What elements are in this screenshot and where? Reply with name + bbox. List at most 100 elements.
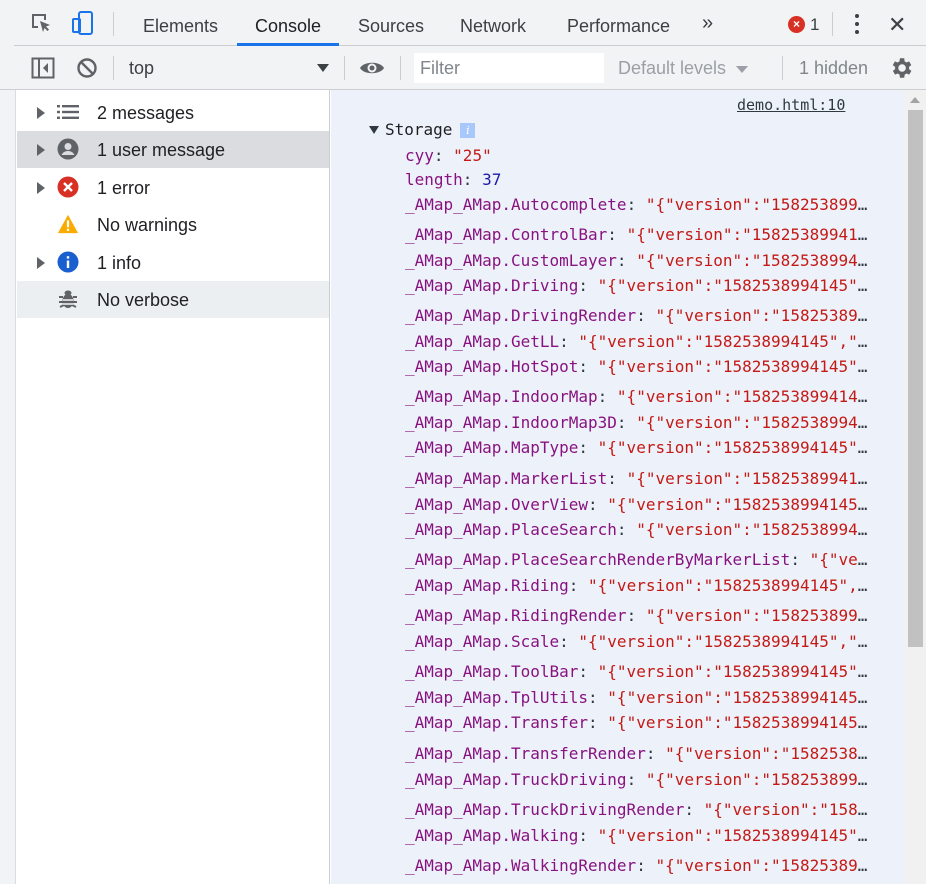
property-row[interactable]: _AMap_AMap.ControlBar: "{"version":"1582…: [405, 225, 871, 244]
scroll-up-icon[interactable]: [910, 97, 920, 103]
sidebar-item-user-messages[interactable]: 1 user message: [17, 131, 329, 168]
console-scrollbar[interactable]: [905, 90, 926, 884]
property-row[interactable]: _AMap_AMap.TplUtils: "{"version":"158253…: [405, 688, 871, 707]
sidebar-item-verbose[interactable]: No verbose: [17, 281, 329, 318]
tab-sources[interactable]: Sources: [358, 0, 424, 45]
error-count[interactable]: 1: [810, 15, 819, 35]
expand-arrow-icon[interactable]: [37, 107, 45, 119]
property-row[interactable]: _AMap_AMap.GetLL: "{"version":"158253899…: [405, 332, 871, 351]
property-key: _AMap_AMap.OverView: [405, 495, 589, 514]
property-row[interactable]: _AMap_AMap.Scale: "{"version":"158253899…: [405, 632, 871, 651]
property-value: "{"version":"1582538994145","script":": [597, 276, 871, 295]
property-row[interactable]: _AMap_AMap.IndoorMap: "{"version":"15825…: [405, 387, 871, 406]
tab-console[interactable]: Console: [237, 0, 340, 46]
property-row[interactable]: _AMap_AMap.RidingRender: "{"version":"15…: [405, 606, 871, 625]
show-sidebar-icon[interactable]: [30, 55, 56, 81]
object-label: Storage: [385, 120, 453, 139]
property-separator: :: [616, 413, 637, 432]
clear-console-icon[interactable]: [74, 55, 100, 81]
info-badge-icon[interactable]: i: [460, 123, 476, 138]
left-edge: [0, 0, 14, 46]
property-row[interactable]: _AMap_AMap.CustomLayer: "{"version":"158…: [405, 251, 871, 270]
property-row[interactable]: _AMap_AMap.Walking: "{"version":"1582538…: [405, 826, 871, 845]
sidebar-item-errors[interactable]: 1 error: [17, 169, 329, 206]
property-separator: :: [636, 306, 656, 325]
property-row[interactable]: length: 37: [405, 170, 871, 189]
sidebar-item-label: No verbose: [97, 290, 190, 310]
property-row[interactable]: _AMap_AMap.TruckDriving: "{"version":"15…: [405, 770, 871, 789]
info-icon: [57, 251, 79, 273]
chevron-down-icon[interactable]: [736, 66, 748, 73]
property-separator: :: [578, 662, 598, 681]
property-separator: :: [626, 770, 646, 789]
close-icon[interactable]: ✕: [888, 12, 906, 38]
expand-arrow-icon[interactable]: [37, 182, 45, 194]
storage-object-header[interactable]: Storage i: [369, 120, 476, 139]
collapse-arrow-icon[interactable]: [369, 126, 379, 134]
property-separator: :: [684, 800, 704, 819]
property-separator: :: [607, 225, 627, 244]
device-toolbar-icon[interactable]: [70, 10, 96, 36]
bug-icon: [57, 288, 79, 310]
property-row[interactable]: _AMap_AMap.OverView: "{"version":"158253…: [405, 495, 871, 514]
property-row[interactable]: _AMap_AMap.Autocomplete: "{"version":"15…: [405, 195, 871, 214]
property-separator: :: [559, 632, 579, 651]
context-selector[interactable]: top: [129, 58, 154, 79]
property-value: "{"version":"1582538994145","script":": [655, 306, 871, 325]
property-value: "{"version":"1582538994145","script":": [578, 332, 871, 351]
sidebar-item-info[interactable]: 1 info: [17, 244, 329, 281]
expand-arrow-icon[interactable]: [37, 257, 45, 269]
property-value: "{"version":"1582538994145","script":": [607, 713, 871, 732]
property-row[interactable]: _AMap_AMap.WalkingRender: "{"version":"1…: [405, 856, 871, 875]
property-value: "{"version":"1582538994145","script":": [616, 387, 871, 406]
filter-input[interactable]: [414, 53, 604, 83]
error-badge-icon[interactable]: ×: [788, 16, 805, 33]
property-row[interactable]: _AMap_AMap.HotSpot: "{"version":"1582538…: [405, 357, 871, 376]
tab-performance[interactable]: Performance: [567, 0, 670, 45]
list-icon: [57, 101, 79, 123]
property-row[interactable]: _AMap_AMap.PlaceSearchRenderByMarkerList…: [405, 550, 871, 569]
sidebar-item-messages[interactable]: 2 messages: [17, 94, 329, 131]
property-row[interactable]: _AMap_AMap.TransferRender: "{"version":"…: [405, 744, 871, 763]
more-options-icon[interactable]: [847, 12, 867, 36]
source-link[interactable]: demo.html:10: [737, 96, 845, 114]
property-row[interactable]: _AMap_AMap.MapType: "{"version":"1582538…: [405, 438, 871, 457]
live-expression-icon[interactable]: [359, 55, 385, 81]
divider: [400, 56, 401, 80]
property-row[interactable]: _AMap_AMap.Driving: "{"version":"1582538…: [405, 276, 871, 295]
property-key: _AMap_AMap.PlaceSearchRenderByMarkerList: [405, 550, 791, 569]
tab-elements[interactable]: Elements: [143, 0, 218, 45]
sidebar-item-warnings[interactable]: No warnings: [17, 206, 329, 243]
devtools-tab-bar: Elements Console Sources Network Perform…: [0, 0, 926, 46]
inspect-element-icon[interactable]: [28, 10, 54, 36]
property-value: "{"version":"1582538994145","script":": [597, 826, 871, 845]
property-key: _AMap_AMap.Transfer: [405, 713, 589, 732]
property-row[interactable]: cyy: "25": [405, 146, 871, 165]
property-key: _AMap_AMap.HotSpot: [405, 357, 579, 376]
property-row[interactable]: _AMap_AMap.MarkerList: "{"version":"1582…: [405, 469, 871, 488]
property-separator: :: [626, 195, 646, 214]
settings-gear-icon[interactable]: [888, 55, 914, 86]
property-key: _AMap_AMap.ControlBar: [405, 225, 608, 244]
property-row[interactable]: _AMap_AMap.Transfer: "{"version":"158253…: [405, 713, 871, 732]
property-separator: :: [616, 251, 637, 270]
property-row[interactable]: _AMap_AMap.DrivingRender: "{"version":"1…: [405, 306, 871, 325]
sidebar-item-label: 2 messages: [97, 103, 195, 123]
property-row[interactable]: _AMap_AMap.ToolBar: "{"version":"1582538…: [405, 662, 871, 681]
property-value: "{"version":"1582538994145","script":": [703, 800, 871, 819]
expand-arrow-icon[interactable]: [37, 144, 45, 156]
property-key: _AMap_AMap.GetLL: [405, 332, 560, 351]
log-levels-dropdown[interactable]: Default levels: [618, 58, 726, 79]
property-value: "{"version":"1582538994145","script":": [626, 225, 871, 244]
property-key: _AMap_AMap.Driving: [405, 276, 579, 295]
property-value: "{"version":"1582538994145","script":": [809, 550, 871, 569]
property-row[interactable]: _AMap_AMap.PlaceSearch: "{"version":"158…: [405, 520, 871, 539]
more-tabs-icon[interactable]: »: [702, 12, 713, 35]
property-row[interactable]: _AMap_AMap.Riding: "{"version":"15825389…: [405, 576, 871, 595]
property-row[interactable]: _AMap_AMap.IndoorMap3D: "{"version":"158…: [405, 413, 871, 432]
tab-network[interactable]: Network: [460, 0, 526, 45]
property-key: _AMap_AMap.Walking: [405, 826, 579, 845]
scrollbar-thumb[interactable]: [908, 110, 923, 647]
property-row[interactable]: _AMap_AMap.TruckDrivingRender: "{"versio…: [405, 800, 871, 819]
chevron-down-icon[interactable]: [317, 64, 329, 72]
